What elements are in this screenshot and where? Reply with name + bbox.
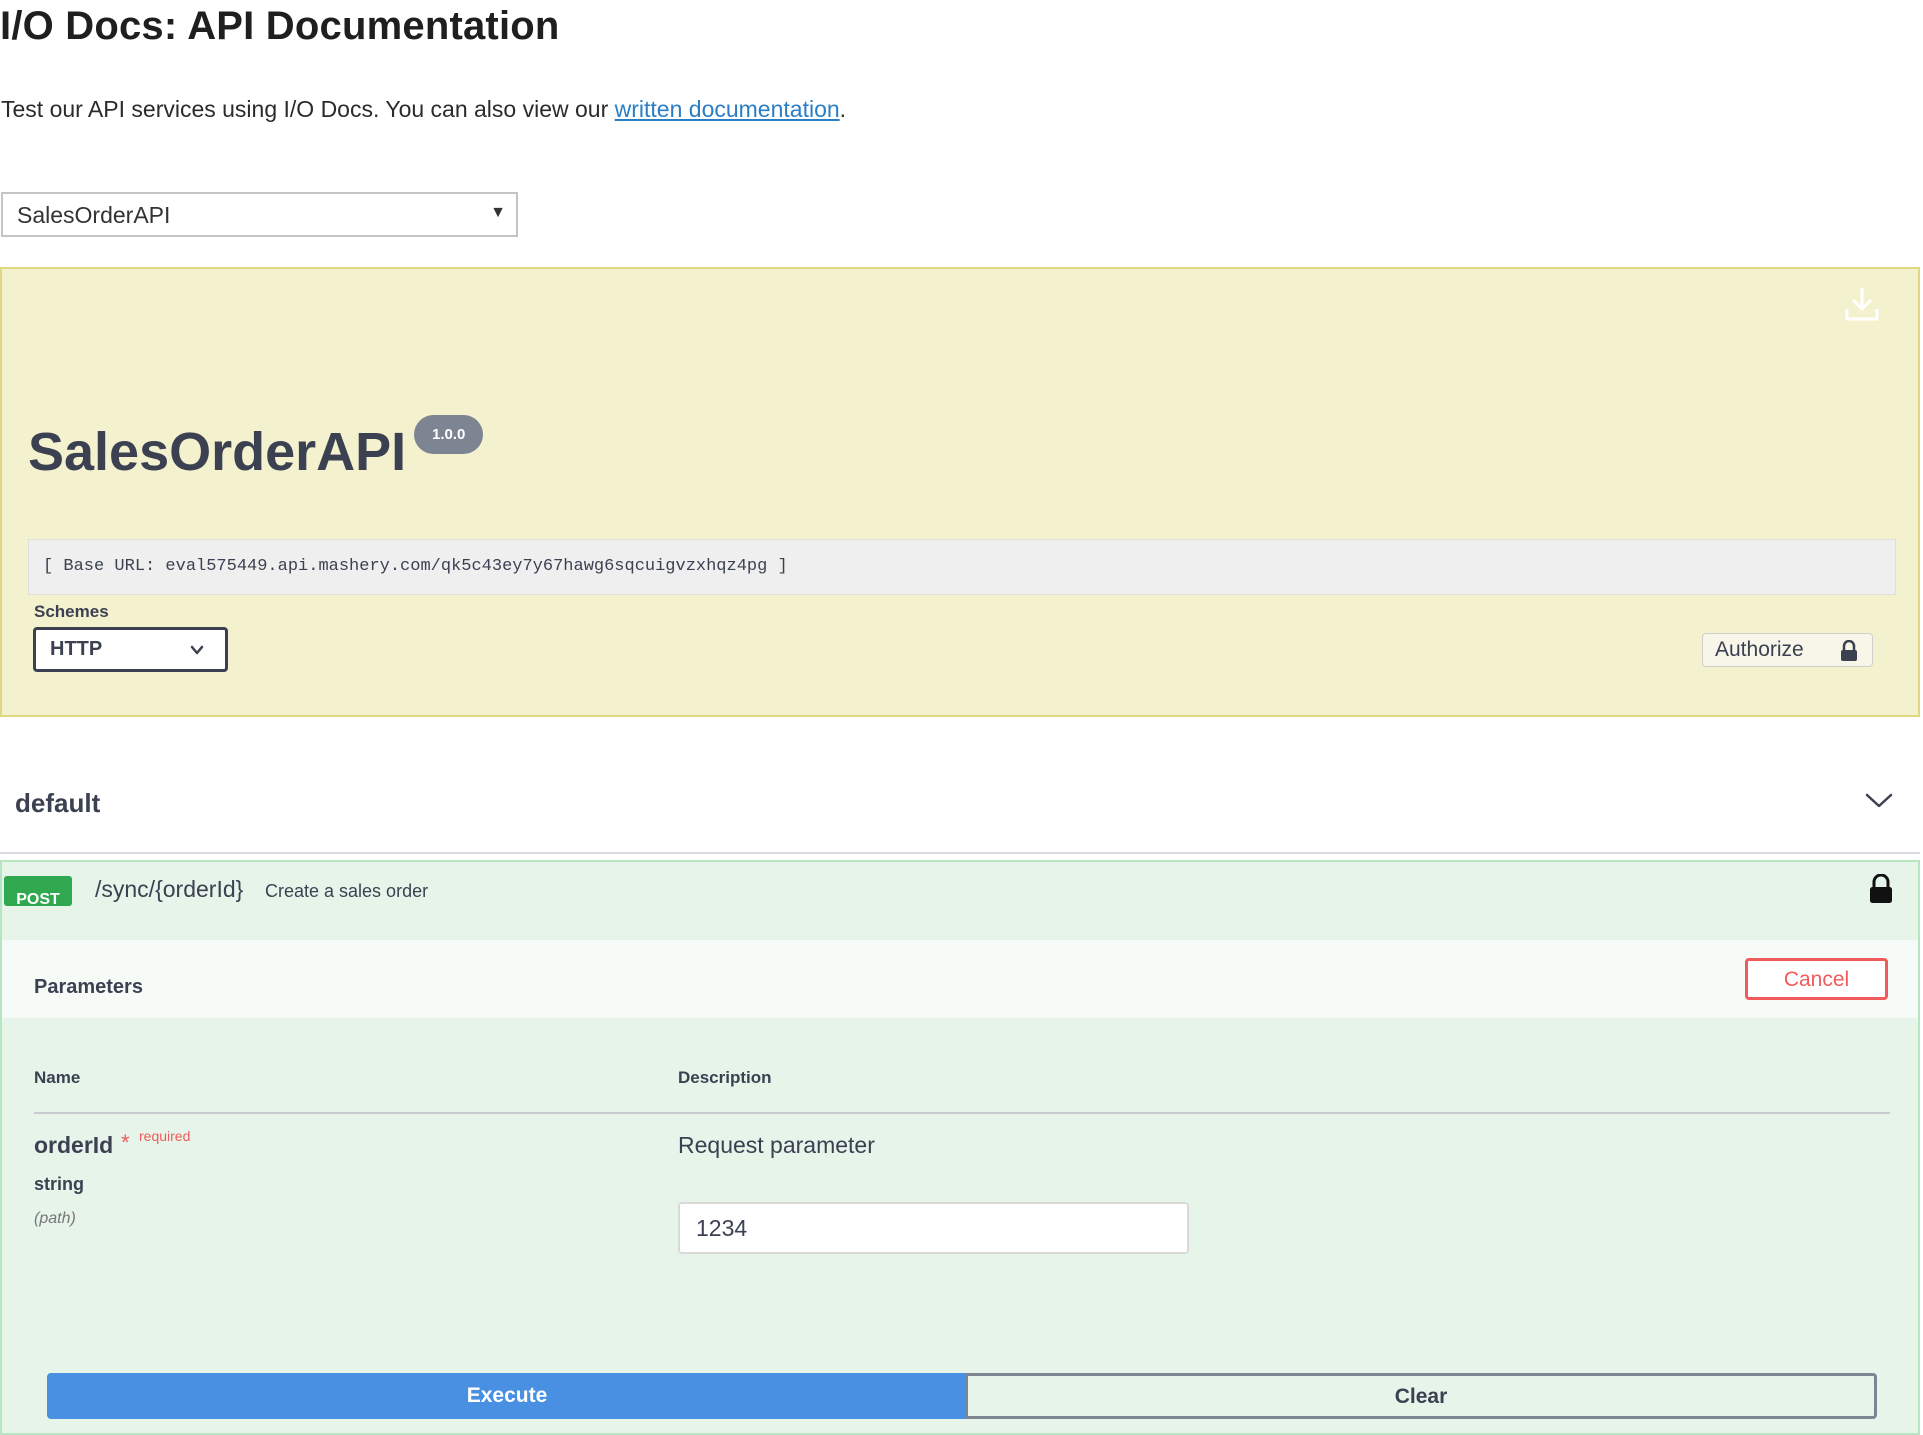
param-location: (path) [34, 1210, 76, 1227]
column-header-name: Name [34, 1068, 81, 1087]
schemes-select-value: HTTP [50, 638, 103, 660]
column-header-description: Description [678, 1068, 772, 1087]
method-badge: POST [4, 876, 72, 906]
cancel-button[interactable]: Cancel [1745, 958, 1888, 1000]
orderid-input[interactable] [678, 1202, 1189, 1254]
required-star: * [121, 1130, 130, 1155]
version-badge: 1.0.0 [414, 415, 484, 454]
download-icon[interactable] [1842, 285, 1882, 325]
written-documentation-link[interactable]: written documentation [615, 96, 840, 122]
parameters-header: Parameters [2, 940, 1918, 1018]
base-url: [ Base URL: eval575449.api.mashery.com/q… [28, 539, 1896, 595]
tag-default-section[interactable]: default [0, 752, 1920, 854]
operation-summary[interactable]: POST /sync/{orderId} Create a sales orde… [2, 862, 1918, 938]
operation-path: /sync/{orderId} [95, 876, 244, 902]
chevron-down-icon [190, 645, 204, 655]
authorize-label: Authorize [1715, 638, 1804, 661]
operation-post-sync: POST /sync/{orderId} Create a sales orde… [0, 860, 1920, 1435]
parameters-title: Parameters [34, 976, 143, 998]
tag-title: default [15, 788, 101, 818]
execute-button[interactable]: Execute [47, 1373, 967, 1419]
intro-text: Test our API services using I/O Docs. Yo… [1, 96, 846, 123]
clear-button[interactable]: Clear [965, 1373, 1877, 1419]
api-selector[interactable]: SalesOrderAPI ▼ [1, 192, 518, 237]
param-type: string [34, 1174, 85, 1194]
lock-icon [1841, 640, 1857, 661]
dropdown-arrow-icon: ▼ [490, 204, 506, 221]
table-divider [34, 1112, 1890, 1114]
page-title: I/O Docs: API Documentation [0, 4, 560, 48]
api-title: SalesOrderAPI [28, 422, 407, 482]
api-info-panel: SalesOrderAPI 1.0.0 [ Base URL: eval5754… [0, 267, 1920, 717]
intro-prefix: Test our API services using I/O Docs. Yo… [1, 96, 615, 122]
required-label: required [139, 1128, 191, 1144]
schemes-label: Schemes [34, 602, 109, 621]
lock-icon[interactable] [1868, 874, 1894, 904]
param-name: orderId [34, 1132, 114, 1158]
authorize-button[interactable]: Authorize [1702, 633, 1873, 667]
param-description: Request parameter [678, 1132, 875, 1158]
operation-description: Create a sales order [265, 881, 429, 901]
chevron-down-icon[interactable] [1864, 788, 1894, 812]
schemes-select[interactable]: HTTP [33, 627, 228, 672]
intro-suffix: . [839, 96, 847, 122]
api-selector-value: SalesOrderAPI [17, 202, 171, 228]
